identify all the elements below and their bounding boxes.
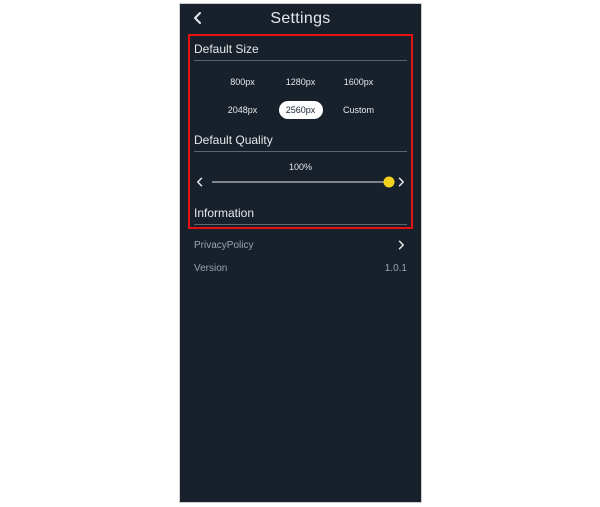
chevron-left-icon	[194, 176, 206, 188]
version-row: Version 1.0.1	[194, 257, 407, 280]
quality-value: 100%	[194, 160, 407, 176]
divider	[194, 151, 407, 152]
quality-increase-button[interactable]	[395, 176, 407, 188]
size-option-selected[interactable]: 2560px	[279, 101, 323, 119]
default-size-title: Default Size	[194, 42, 407, 58]
default-quality-title: Default Quality	[194, 133, 407, 149]
chevron-left-icon	[190, 10, 206, 26]
slider-thumb[interactable]	[384, 177, 395, 188]
size-option[interactable]: 1280px	[279, 73, 323, 91]
version-label: Version	[194, 263, 227, 274]
default-size-section: Default Size 800px 1280px 1600px 2048px …	[180, 34, 421, 129]
information-title: Information	[194, 206, 407, 222]
quality-slider-row	[194, 176, 407, 198]
size-option[interactable]: 800px	[221, 73, 265, 91]
quality-slider[interactable]	[212, 176, 389, 188]
slider-track-line	[212, 182, 389, 183]
divider	[194, 224, 407, 225]
back-button[interactable]	[190, 10, 206, 26]
header: Settings	[180, 4, 421, 34]
information-section: Information PrivacyPolicy Version 1.0.1	[180, 198, 421, 280]
size-option[interactable]: Custom	[337, 101, 381, 119]
version-value: 1.0.1	[385, 263, 407, 274]
page-title: Settings	[180, 4, 421, 34]
size-options: 800px 1280px 1600px 2048px 2560px Custom	[194, 69, 407, 129]
privacy-policy-label: PrivacyPolicy	[194, 240, 253, 251]
chevron-right-icon	[395, 239, 407, 251]
size-option[interactable]: 1600px	[337, 73, 381, 91]
chevron-right-icon	[395, 176, 407, 188]
settings-screen: Settings Default Size 800px 1280px 1600p…	[179, 3, 422, 503]
divider	[194, 60, 407, 61]
quality-decrease-button[interactable]	[194, 176, 206, 188]
privacy-policy-row[interactable]: PrivacyPolicy	[194, 233, 407, 257]
size-option[interactable]: 2048px	[221, 101, 265, 119]
default-quality-section: Default Quality 100%	[180, 129, 421, 198]
